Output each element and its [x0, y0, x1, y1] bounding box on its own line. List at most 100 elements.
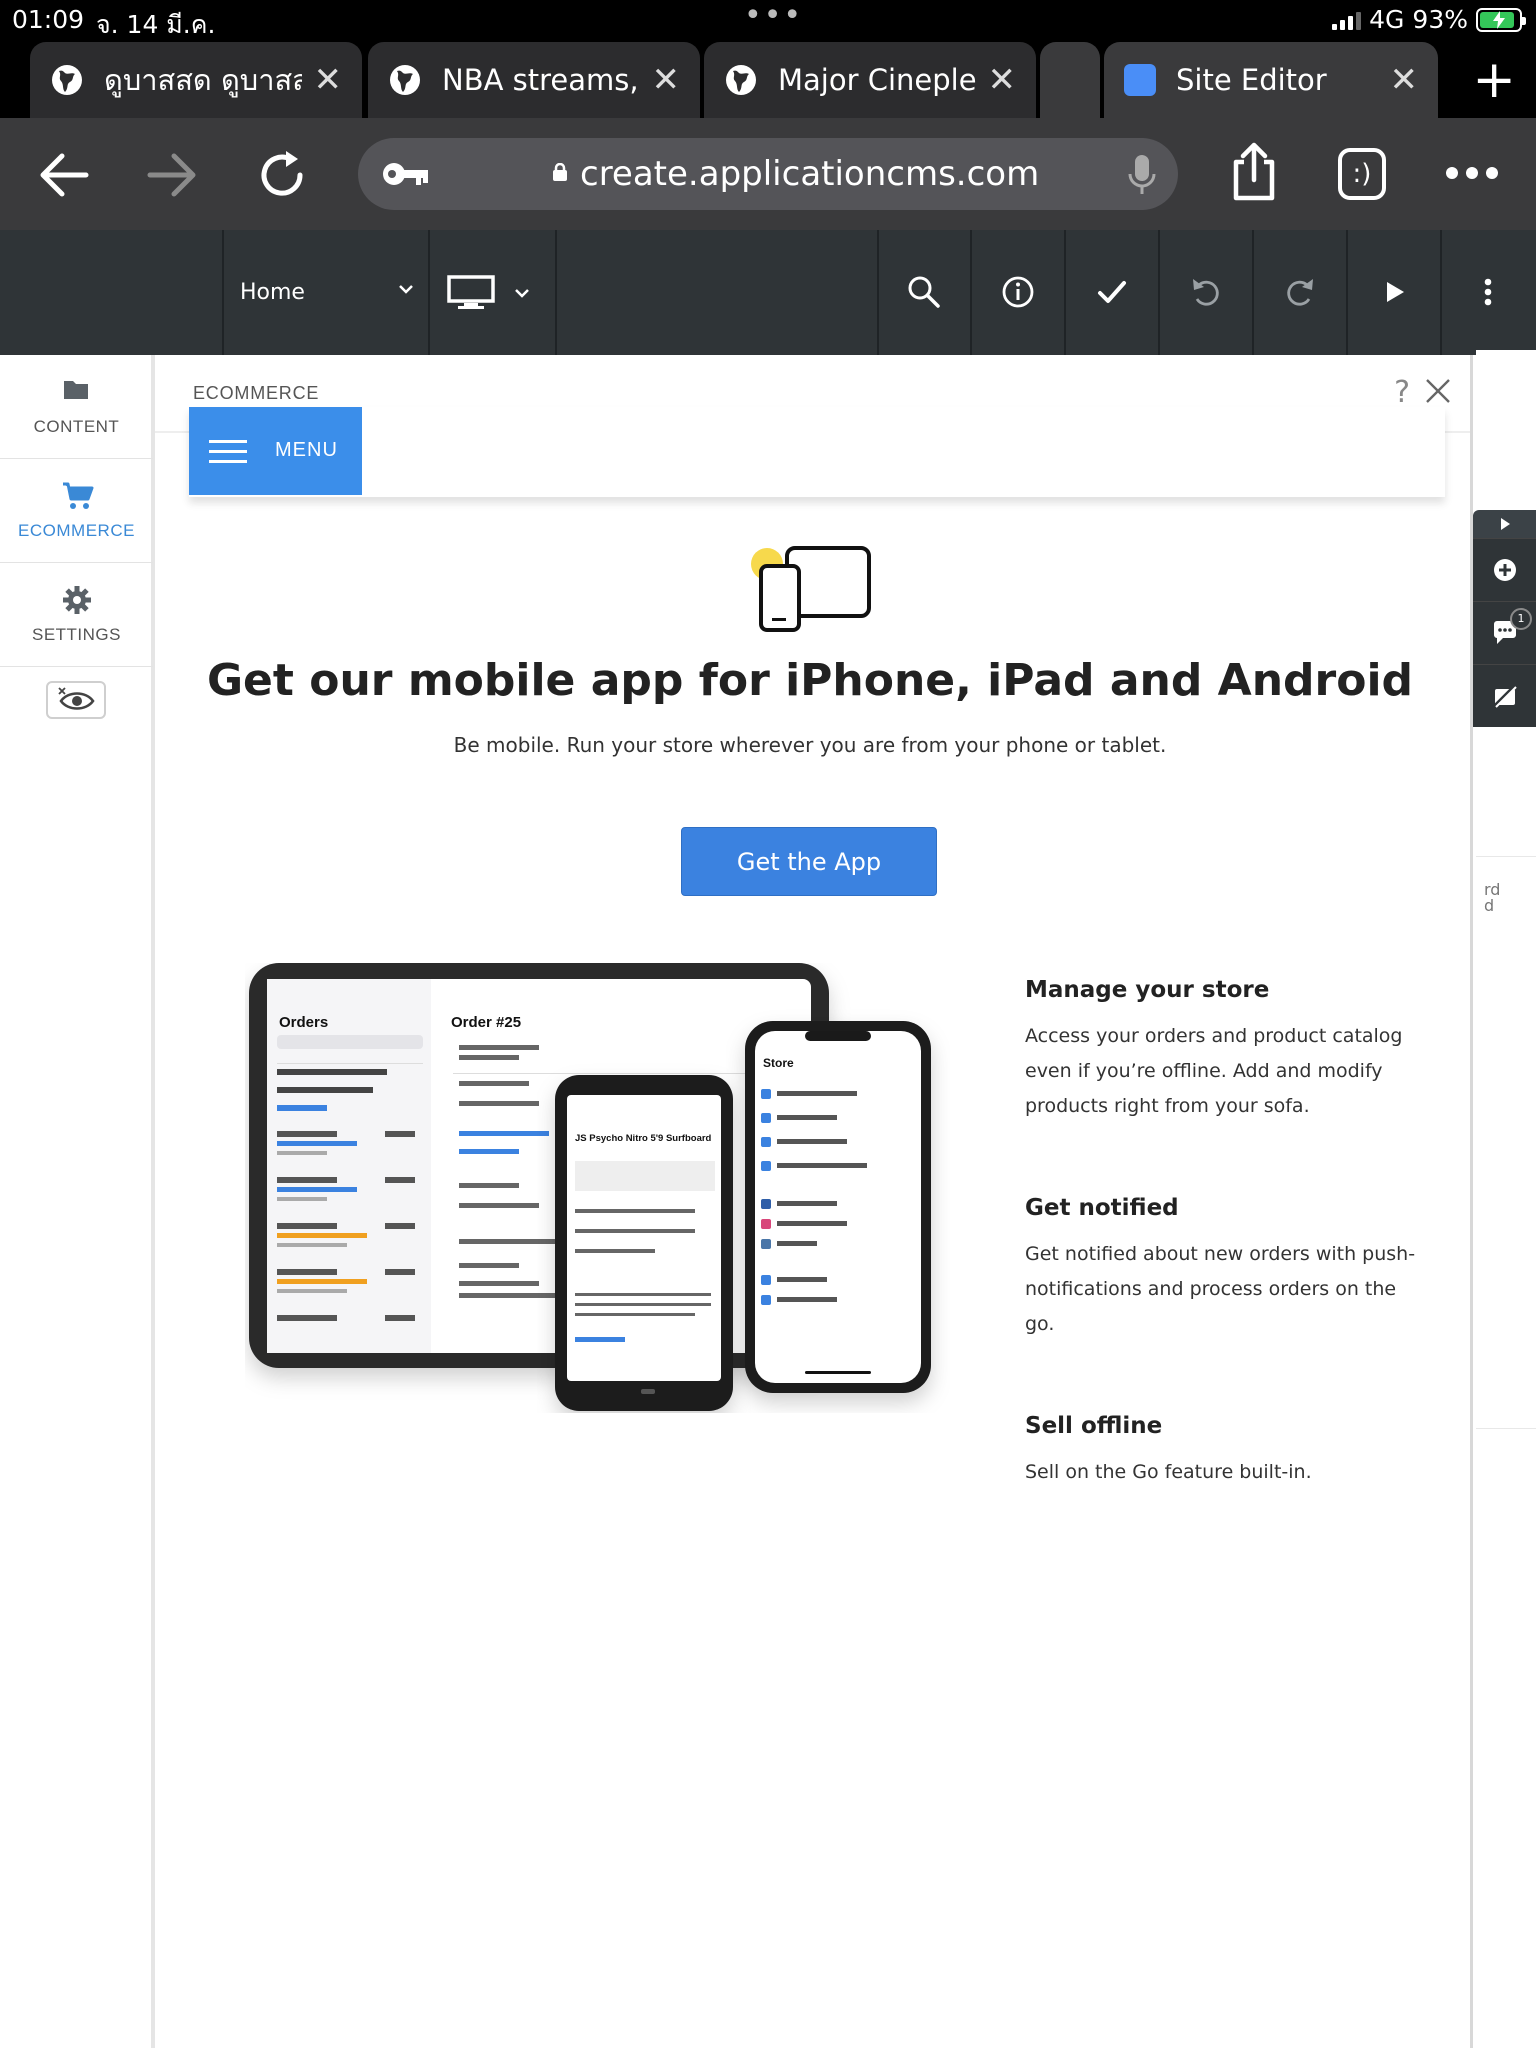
promo-headline: Get our mobile app for iPhone, iPad and …: [206, 655, 1414, 706]
lock-icon: [553, 163, 567, 181]
hide-elements-button[interactable]: [1473, 664, 1536, 727]
search-icon: [908, 276, 940, 308]
password-key-icon[interactable]: [382, 158, 430, 190]
close-tab-icon[interactable]: ✕: [652, 63, 681, 97]
feature-description: Get notified about new orders with push-…: [1025, 1243, 1416, 1335]
redo-icon: [1287, 279, 1313, 306]
network-type: 4G: [1369, 5, 1405, 34]
browser-tab-bar: ดูบาสสด ดูบาสสด ✕ NBA streams, NBA ✕ Maj…: [0, 40, 1536, 118]
feature-get-notified: Get notified Get notified about new orde…: [1025, 1195, 1425, 1342]
panel-title: ECOMMERCE: [193, 383, 320, 403]
desktop-icon[interactable]: [446, 274, 498, 310]
preview-button[interactable]: [1370, 268, 1418, 316]
comment-count-badge: 1: [1510, 608, 1532, 630]
page-selector[interactable]: Home: [240, 280, 305, 305]
tab-title: Site Editor: [1176, 63, 1327, 97]
globe-icon: [726, 65, 756, 95]
peek-text: rd d: [1484, 880, 1501, 915]
search-button[interactable]: [900, 268, 948, 316]
stacked-tabs[interactable]: [1040, 42, 1100, 118]
browser-tab[interactable]: NBA streams, NBA ✕: [368, 42, 700, 118]
play-icon: [1387, 282, 1404, 302]
phone-store-title: Store: [763, 1056, 794, 1070]
chevron-down-icon[interactable]: [396, 282, 416, 296]
editor-toolbar: Home: [0, 230, 1536, 355]
globe-icon: [52, 65, 82, 95]
tab-title: Major Cineplex: [778, 63, 976, 97]
sidebar-item-content[interactable]: CONTENT: [0, 355, 153, 459]
close-tab-icon[interactable]: ✕: [1390, 63, 1419, 97]
feature-title: Get notified: [1025, 1195, 1179, 1221]
menu-button[interactable]: MENU: [189, 407, 362, 495]
undo-button[interactable]: [1182, 268, 1230, 316]
hamburger-icon: [209, 440, 247, 463]
battery-percent: 93%: [1412, 5, 1468, 34]
browser-tab-active[interactable]: Site Editor ✕: [1104, 42, 1438, 118]
address-bar[interactable]: create.applicationcms.com: [358, 138, 1178, 210]
gear-icon: [63, 586, 91, 614]
tab-switcher-button[interactable]: :): [1338, 148, 1386, 200]
feature-manage-store: Manage your store Access your orders and…: [1025, 977, 1425, 1124]
microphone-icon[interactable]: [1128, 154, 1156, 196]
forward-icon[interactable]: [146, 148, 200, 202]
close-icon[interactable]: [1424, 377, 1452, 405]
sidebar-item-label: SETTINGS: [31, 625, 121, 644]
more-menu-icon[interactable]: [1444, 158, 1500, 188]
globe-icon: [390, 65, 420, 95]
site-favicon-icon: [1124, 64, 1156, 96]
reload-icon[interactable]: [256, 148, 310, 202]
cart-icon: [63, 482, 94, 509]
signal-icon: [1332, 10, 1362, 30]
collapse-tools-button[interactable]: [1473, 510, 1536, 538]
sidebar-item-settings[interactable]: SETTINGS: [0, 563, 153, 667]
close-tab-icon[interactable]: ✕: [988, 63, 1017, 97]
new-tab-button[interactable]: +: [1472, 54, 1516, 106]
publish-button[interactable]: [1088, 268, 1136, 316]
checkmark-icon: [1098, 281, 1126, 303]
sidebar-item-ecommerce[interactable]: ECOMMERCE: [0, 459, 153, 563]
feature-sell-offline: Sell offline Sell on the Go feature buil…: [1025, 1413, 1425, 1490]
feature-description: Sell on the Go feature built-in.: [1025, 1461, 1312, 1483]
folder-icon: [64, 381, 88, 399]
chevron-down-icon[interactable]: [512, 286, 532, 300]
status-bar: 01:09 จ. 14 มี.ค. ••• 4G 93%: [0, 0, 1536, 40]
share-icon[interactable]: [1224, 142, 1284, 202]
help-button[interactable]: ?: [1394, 375, 1410, 410]
redo-button[interactable]: [1276, 268, 1324, 316]
editor-sidebar: CONTENT ECOMMERCE SETTINGS: [0, 355, 153, 2048]
info-button[interactable]: [994, 268, 1042, 316]
tablet-order-number: Order #25: [451, 1014, 521, 1031]
tab-title: NBA streams, NBA: [442, 63, 640, 97]
add-element-button[interactable]: [1473, 538, 1536, 601]
sidebar-item-label: ECOMMERCE: [18, 521, 135, 540]
close-tab-icon[interactable]: ✕: [314, 63, 343, 97]
browser-nav-bar: create.applicationcms.com :): [0, 118, 1536, 230]
battery-icon: [1476, 7, 1526, 32]
feature-title: Manage your store: [1025, 977, 1270, 1003]
multitasking-dots-icon[interactable]: •••: [744, 0, 803, 33]
hide-panel-button[interactable]: [46, 681, 106, 719]
store-menu-bar: MENU: [189, 407, 1445, 497]
comments-button[interactable]: 1: [1473, 601, 1536, 664]
undo-icon: [1193, 279, 1219, 306]
plus-circle-icon: [1493, 559, 1516, 581]
ecommerce-panel: ECOMMERCE ? MENU Get our mobile app for …: [153, 355, 1473, 2048]
browser-tab[interactable]: Major Cineplex ✕: [704, 42, 1036, 118]
status-date: จ. 14 มี.ค.: [96, 10, 216, 39]
back-icon[interactable]: [36, 148, 90, 202]
phone-product-title: JS Psycho Nitro 5'9 Surfboard: [575, 1133, 712, 1144]
status-time: 01:09: [12, 5, 85, 34]
tablet-orders-title: Orders: [279, 1014, 328, 1031]
devices-icon: [751, 546, 871, 632]
tab-title: ดูบาสสด ดูบาสสด: [104, 63, 302, 97]
feature-title: Sell offline: [1025, 1413, 1163, 1439]
browser-tab[interactable]: ดูบาสสด ดูบาสสด ✕: [30, 42, 362, 118]
vertical-dots-icon: [1484, 278, 1492, 306]
hidden-icon: [1492, 683, 1517, 709]
editor-more-button[interactable]: [1464, 268, 1512, 316]
info-icon: [1002, 276, 1034, 308]
play-icon: [1500, 518, 1510, 530]
eye-icon: [58, 687, 95, 710]
promo-subline: Be mobile. Run your store wherever you a…: [453, 733, 1167, 757]
get-the-app-button[interactable]: Get the App: [681, 827, 937, 896]
